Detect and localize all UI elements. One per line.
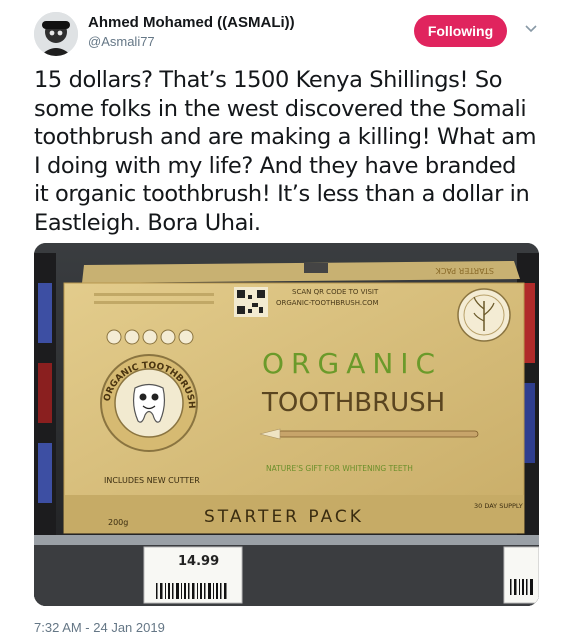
chevron-down-icon[interactable] bbox=[524, 22, 538, 36]
includes-cutter-text: INCLUDES NEW CUTTER bbox=[104, 476, 200, 485]
scan-text-2: ORGANIC-TOOTHBRUSH.COM bbox=[276, 299, 379, 307]
starter-pack-text: STARTER PACK bbox=[204, 507, 364, 527]
plant-seal-icon bbox=[457, 288, 511, 342]
tooth-badge: ORGANIC TOOTHBRUSH bbox=[100, 354, 198, 452]
tweet-text-line: I doing with my life? And they have bran… bbox=[34, 152, 517, 179]
author-avatar[interactable] bbox=[34, 12, 78, 56]
tweet-text-line: toothbrush and are making a killing! Wha… bbox=[34, 124, 537, 151]
supply-text: 30 DAY SUPPLY bbox=[474, 502, 523, 510]
weight-text: 200g bbox=[108, 518, 128, 527]
tweet-card: Ahmed Mohamed ((ASMALi)) @Asmali77 Follo… bbox=[0, 0, 571, 638]
brand-toothbrush-text: TOOTHBRUSH bbox=[261, 388, 445, 418]
brand-organic-text: ORGANIC bbox=[262, 347, 442, 380]
following-button[interactable]: Following bbox=[414, 15, 507, 47]
tweet-text-line: some folks in the west discovered the So… bbox=[34, 95, 527, 122]
tagline-text: NATURE'S GIFT FOR WHITENING TEETH bbox=[266, 464, 413, 473]
price-tag: 14.99 bbox=[143, 546, 243, 604]
qr-code bbox=[234, 287, 268, 317]
scan-text-1: SCAN QR CODE TO VISIT bbox=[292, 288, 379, 296]
price-text: 14.99 bbox=[178, 554, 219, 569]
author-display-name[interactable]: Ahmed Mohamed ((ASMALi)) bbox=[88, 14, 295, 31]
tweet-text-line: 15 dollars? That’s 1500 Kenya Shillings!… bbox=[34, 67, 503, 93]
tweet-text-line: Eastleigh. Bora Uhai. bbox=[34, 209, 261, 236]
tweet-timestamp[interactable]: 7:32 AM - 24 Jan 2019 bbox=[34, 620, 165, 635]
tweet-text-line: it organic toothbrush! It’s less than a … bbox=[34, 181, 530, 208]
author-handle[interactable]: @Asmali77 bbox=[88, 34, 155, 49]
tweet-text: 15 dollars? That’s 1500 Kenya Shillings!… bbox=[34, 66, 554, 238]
tweet-photo[interactable]: STARTER PACK SCAN QR CODE TO VISIT ORGAN… bbox=[34, 243, 539, 606]
box-side-text: STARTER PACK bbox=[435, 266, 494, 275]
